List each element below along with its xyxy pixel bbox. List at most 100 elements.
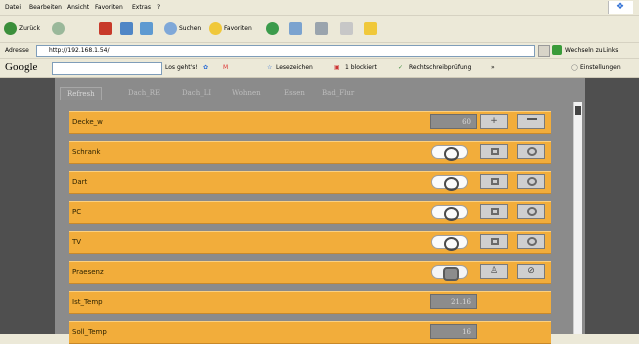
menu-ansicht[interactable]: Ansicht: [67, 4, 89, 11]
menu-help[interactable]: ?: [157, 4, 160, 11]
tab-wohnen[interactable]: Wohnen: [232, 87, 261, 99]
on-icon: [491, 208, 499, 215]
device-row-pc: PC: [69, 201, 551, 224]
search-button[interactable]: Suchen: [164, 21, 201, 36]
stop-icon[interactable]: [99, 22, 112, 35]
print-icon[interactable]: [315, 22, 328, 35]
url-text: http://192.168.1.54/: [49, 47, 110, 54]
settings-icon[interactable]: ◯: [571, 64, 578, 71]
url-input[interactable]: http://192.168.1.54/: [36, 45, 535, 57]
favorites-label: Favoriten: [224, 25, 252, 32]
menu-datei[interactable]: Datei: [5, 4, 21, 11]
google-toolbar: Google Los geht's! ✿ M ☆ Lesezeichen ▣ 1…: [0, 59, 639, 78]
off-icon: [527, 207, 537, 216]
gmail-icon[interactable]: M: [223, 64, 228, 71]
off-button[interactable]: [517, 204, 545, 219]
go-arrow-icon[interactable]: [552, 45, 562, 55]
status-icon: [431, 205, 468, 221]
off-icon: [527, 237, 537, 246]
history-icon[interactable]: [266, 22, 279, 35]
popup-blocker-icon[interactable]: ▣: [334, 64, 340, 71]
person-off-icon: ⊘: [527, 266, 535, 276]
url-dropdown-icon[interactable]: [538, 45, 550, 57]
folder-icon[interactable]: [364, 22, 377, 35]
tab-essen[interactable]: Essen: [284, 87, 305, 99]
person-icon: ♙: [489, 266, 499, 276]
presence-on-button[interactable]: ♙: [480, 264, 508, 279]
star-icon: [209, 22, 222, 35]
settings-button[interactable]: Einstellungen: [580, 64, 621, 71]
go-button-label[interactable]: Wechseln zu: [565, 47, 603, 54]
device-name: Praesenz: [72, 268, 104, 276]
device-name: Schrank: [72, 148, 101, 156]
temperature-value: 21.16: [430, 294, 477, 309]
status-icon: [431, 235, 468, 251]
more-button[interactable]: »: [491, 64, 495, 71]
back-button[interactable]: Zurück: [4, 21, 40, 36]
off-icon: [527, 147, 537, 156]
tab-dach-li[interactable]: Dach_LI: [182, 87, 211, 99]
menu-bar: Datei Bearbeiten Ansicht Favoriten Extra…: [0, 0, 639, 16]
device-row-schrank: Schrank: [69, 141, 551, 164]
status-icon: [431, 145, 468, 161]
device-name: Ist_Temp: [72, 298, 103, 306]
google-logo: Google: [5, 61, 38, 73]
scroll-up-icon[interactable]: [575, 106, 581, 115]
room-tabs: Refresh Dach_RE Dach_LI Wohnen Essen Bad…: [60, 87, 380, 100]
spellcheck-icon[interactable]: ✓: [398, 64, 403, 71]
on-button[interactable]: [480, 204, 508, 219]
menu-favoriten[interactable]: Favoriten: [95, 4, 123, 11]
google-search-input[interactable]: [52, 62, 162, 75]
on-icon: [491, 238, 499, 245]
edit-icon[interactable]: [340, 22, 353, 35]
device-name: PC: [72, 208, 82, 216]
spellcheck-button[interactable]: Rechtschreibprüfung: [409, 64, 471, 71]
presence-off-button[interactable]: ⊘: [517, 264, 545, 279]
device-row-decke-w: Decke_w 60 +: [69, 111, 551, 134]
refresh-icon[interactable]: [120, 22, 133, 35]
device-name: Soll_Temp: [72, 328, 107, 336]
tab-bad-flur[interactable]: Bad_Flur: [322, 87, 354, 99]
menu-bearbeiten[interactable]: Bearbeiten: [29, 4, 62, 11]
google-search-button[interactable]: Los geht's!: [165, 64, 198, 71]
on-button[interactable]: [480, 174, 508, 189]
device-name: TV: [72, 238, 82, 246]
bookmark-star-icon[interactable]: ☆: [267, 64, 272, 71]
off-button[interactable]: [517, 174, 545, 189]
browser-toolbar: Zurück Suchen Favoriten: [0, 16, 639, 43]
bookmarks-button[interactable]: Lesezeichen: [276, 64, 313, 71]
on-icon: [491, 178, 499, 185]
device-row-ist-temp: Ist_Temp 21.16: [69, 291, 551, 314]
dim-value: 60: [430, 114, 477, 129]
device-row-soll-temp: Soll_Temp 16: [69, 321, 551, 344]
tab-refresh[interactable]: Refresh: [60, 87, 102, 100]
back-arrow-icon: [4, 22, 17, 35]
presence-icon: [431, 265, 468, 281]
increase-button[interactable]: +: [480, 114, 508, 129]
mail-icon[interactable]: [289, 22, 302, 35]
forward-arrow-icon: [52, 22, 65, 35]
search-icon: [164, 22, 177, 35]
device-row-dart: Dart: [69, 171, 551, 194]
minus-icon: [527, 118, 537, 120]
popup-blocker-label[interactable]: 1 blockiert: [345, 64, 377, 71]
on-button[interactable]: [480, 234, 508, 249]
home-icon[interactable]: [140, 22, 153, 35]
links-label[interactable]: Links: [603, 47, 618, 54]
google-icon[interactable]: ✿: [203, 64, 208, 71]
menu-extras[interactable]: Extras: [132, 4, 151, 11]
forward-button[interactable]: [52, 21, 65, 36]
off-button[interactable]: [517, 144, 545, 159]
status-icon: [431, 175, 468, 191]
address-label: Adresse: [5, 47, 29, 54]
scrollbar[interactable]: [573, 102, 582, 334]
device-row-praesenz: Praesenz ♙ ⊘: [69, 261, 551, 284]
favorites-button[interactable]: Favoriten: [209, 21, 252, 36]
device-row-tv: TV: [69, 231, 551, 254]
tab-dach-re[interactable]: Dach_RE: [128, 87, 160, 99]
address-bar: Adresse http://192.168.1.54/ Wechseln zu…: [0, 43, 639, 59]
on-button[interactable]: [480, 144, 508, 159]
off-button[interactable]: [517, 234, 545, 249]
decrease-button[interactable]: [517, 114, 545, 129]
windows-logo-icon: ❖: [608, 1, 633, 14]
